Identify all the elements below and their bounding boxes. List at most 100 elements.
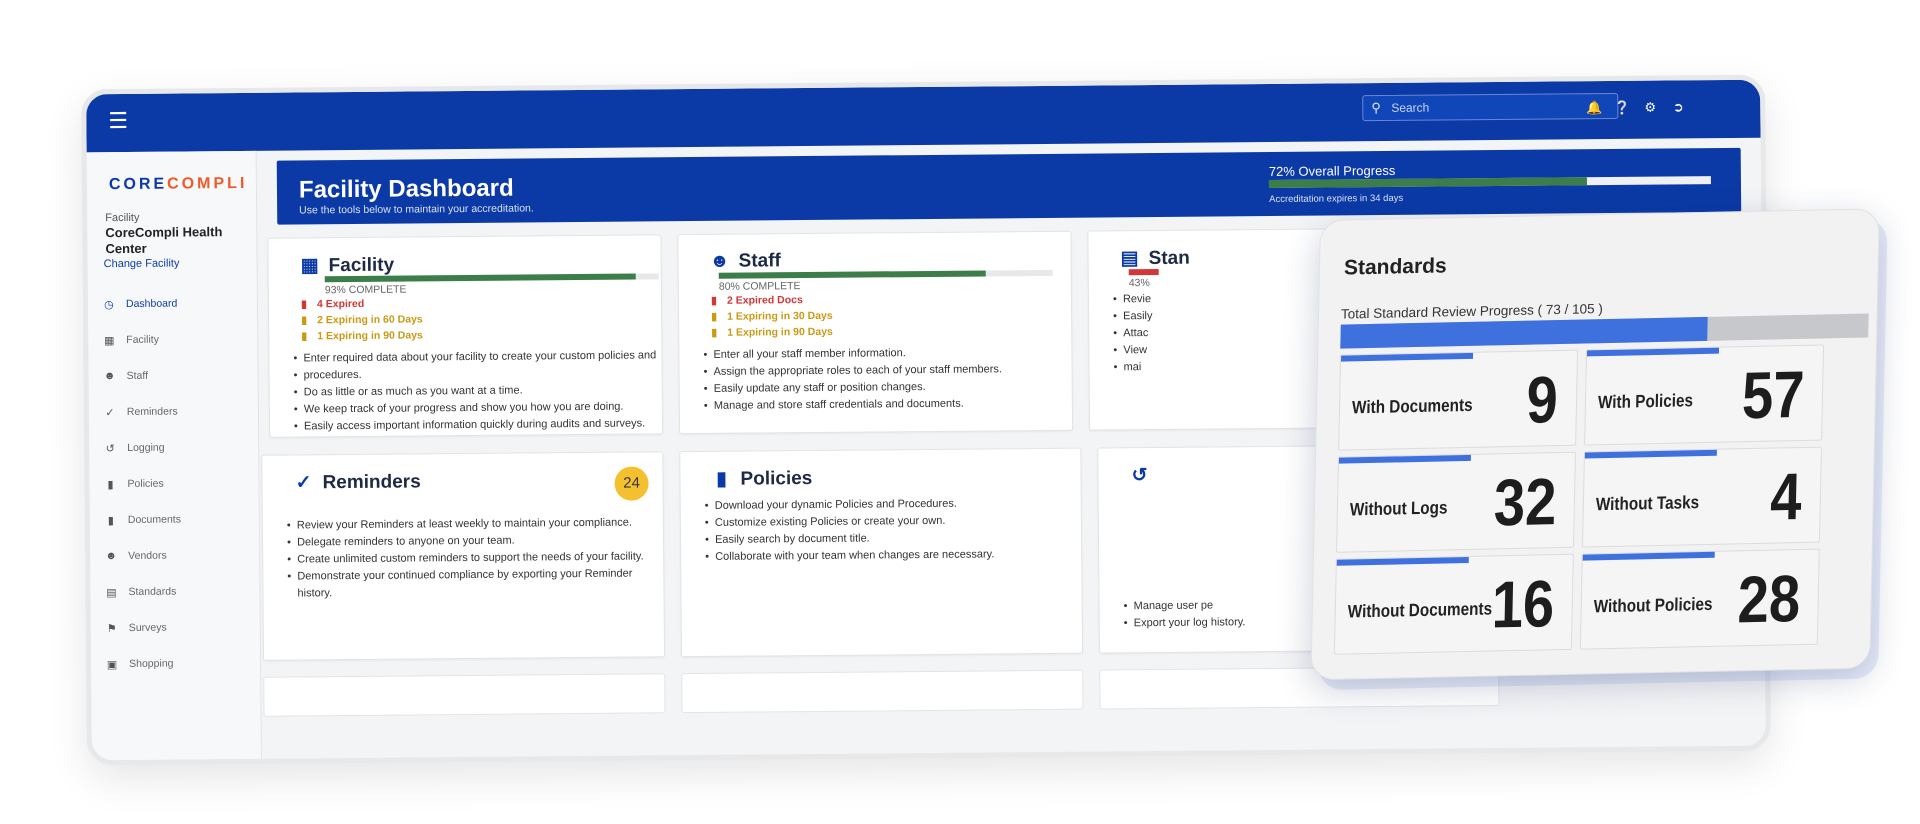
top-bar: ☰ ⚲ Search 🔔 ❔ ⚙ ➲ xyxy=(86,79,1761,153)
file-icon: ▮ xyxy=(301,330,308,343)
list-item: mai xyxy=(1113,359,1152,376)
facility-percent: 93% COMPLETE xyxy=(324,283,407,297)
stat-tile-without-policies[interactable]: Without Policies 28 xyxy=(1579,548,1820,650)
person-icon: ☻ xyxy=(709,250,730,272)
sidebar-item-facility[interactable]: ▦ Facility xyxy=(88,321,258,358)
list-item: Demonstrate your continued compliance by… xyxy=(287,565,663,602)
document-icon: ▮ xyxy=(107,478,114,491)
tile-value: 32 xyxy=(1492,464,1557,540)
sidebar-item-staff[interactable]: ☻ Staff xyxy=(88,357,258,394)
help-icon[interactable]: ❔ xyxy=(1614,100,1630,116)
sidebar-item-vendors[interactable]: ☻ Vendors xyxy=(90,537,260,574)
facility-progress-fill xyxy=(324,273,636,283)
check-icon: ✓ xyxy=(105,406,115,419)
list-item: Manage and store staff credentials and d… xyxy=(704,395,1003,415)
card-stub xyxy=(263,673,666,717)
file-icon: ▮ xyxy=(107,514,114,527)
sidebar-item-reminders[interactable]: ✓ Reminders xyxy=(89,393,259,430)
expired-file-icon: ▮ xyxy=(301,298,307,311)
facility-card-title: Facility xyxy=(328,254,395,276)
facility-stat-expiring-90[interactable]: ▮ 1 Expiring in 90 Days xyxy=(297,329,423,342)
expired-file-icon: ▮ xyxy=(711,294,717,307)
list-item: Collaborate with your team when changes … xyxy=(705,546,994,566)
standard-review-progress-label: Total Standard Review Progress ( 73 / 10… xyxy=(1340,301,1604,322)
facility-card[interactable]: ▦ Facility 93% COMPLETE ▮ 4 Expired ▮ 2 Exp… xyxy=(267,234,664,438)
tile-label: With Policies xyxy=(1597,390,1694,413)
sidebar-nav: ◷ Dashboard ▦ Facility ☻ Staff ✓ Reminders ↺… xyxy=(88,285,261,682)
search-input[interactable]: ⚲ Search xyxy=(1362,92,1619,122)
tile-accent-bar xyxy=(1582,551,1715,561)
overall-progress-fill xyxy=(1268,177,1588,188)
building-icon: ▦ xyxy=(104,334,115,347)
file-icon: ▮ xyxy=(301,314,308,327)
facility-stat-expiring-60[interactable]: ▮ 2 Expiring in 60 Days xyxy=(297,313,423,326)
policies-bullet-list: Download your dynamic Policies and Proce… xyxy=(705,495,995,566)
file-icon: ▮ xyxy=(711,326,718,339)
logo: CORECOMPLI xyxy=(108,174,248,194)
logging-bullet-list: Manage user pe Export your log history. xyxy=(1124,597,1246,632)
list-item: Easily xyxy=(1113,308,1152,325)
gear-icon[interactable]: ⚙ xyxy=(1642,100,1658,116)
tile-label: Without Documents xyxy=(1347,598,1493,622)
staff-card[interactable]: ☻ Staff 80% COMPLETE ▮ 2 Expired Docs ▮ 1 E… xyxy=(677,230,1074,435)
tile-value: 9 xyxy=(1526,362,1559,437)
stage: ☰ ⚲ Search 🔔 ❔ ⚙ ➲ CORECOMPLI Facility C… xyxy=(0,0,1920,824)
list-item: Attac xyxy=(1113,325,1152,342)
stat-tile-without-documents[interactable]: Without Documents 16 xyxy=(1333,553,1574,655)
sidebar-item-standards[interactable]: ▤ Standards xyxy=(90,573,260,610)
sidebar-item-logging[interactable]: ↺ Logging xyxy=(89,429,259,466)
tile-accent-bar xyxy=(1338,454,1471,464)
sidebar-item-documents[interactable]: ▮ Documents xyxy=(90,501,260,538)
tile-label: Without Policies xyxy=(1593,593,1713,617)
accreditation-expiry: Accreditation expires in 34 days xyxy=(1269,192,1404,205)
facility-label: Facility xyxy=(105,211,140,225)
bell-icon[interactable]: 🔔 xyxy=(1586,100,1602,116)
dashboard-icon: ◷ xyxy=(104,298,114,311)
tile-value: 16 xyxy=(1490,566,1555,642)
list-item: Easily access important information quic… xyxy=(294,415,657,435)
overall-progress-label: 72% Overall Progress xyxy=(1268,162,1396,179)
stat-tile-with-documents[interactable]: With Documents 9 xyxy=(1338,349,1579,451)
staff-stat-expiring-30[interactable]: ▮ 1 Expiring in 30 Days xyxy=(707,310,833,323)
reminders-card[interactable]: ✓ Reminders 24 Review your Reminders at l… xyxy=(261,451,666,661)
page-title: Facility Dashboard xyxy=(298,174,514,204)
tile-accent-bar xyxy=(1341,352,1474,362)
tile-label: With Documents xyxy=(1351,394,1473,418)
list-item: View xyxy=(1113,342,1152,359)
sidebar-item-shopping[interactable]: ▣ Shopping xyxy=(91,645,261,682)
policies-card-title: Policies xyxy=(740,467,813,490)
sidebar-item-policies[interactable]: ▮ Policies xyxy=(89,465,259,502)
staff-stat-expired[interactable]: ▮ 2 Expired Docs xyxy=(707,294,803,307)
reminders-card-title: Reminders xyxy=(322,470,421,493)
person-icon: ☻ xyxy=(103,370,116,383)
staff-percent: 80% COMPLETE xyxy=(718,280,801,293)
sidebar-item-dashboard[interactable]: ◷ Dashboard xyxy=(88,285,258,322)
facility-stat-expired[interactable]: ▮ 4 Expired xyxy=(297,298,364,311)
stat-tile-without-logs[interactable]: Without Logs 32 xyxy=(1336,451,1576,553)
staff-progress-fill xyxy=(718,270,986,279)
change-facility-link[interactable]: Change Facility xyxy=(104,258,180,271)
staff-stat-expiring-90[interactable]: ▮ 1 Expiring in 90 Days xyxy=(707,326,833,339)
sidebar-item-surveys[interactable]: ⚑ Surveys xyxy=(91,609,261,646)
standards-overlay-title: Standards xyxy=(1343,254,1447,280)
list-item: Manage user pe xyxy=(1124,597,1246,615)
facility-name: CoreCompli Health Center xyxy=(105,224,223,257)
standards-percent: 43% xyxy=(1128,277,1150,290)
standard-review-progress-fill xyxy=(1340,316,1708,349)
document-icon: ▮ xyxy=(716,468,727,490)
stat-tile-with-policies[interactable]: With Policies 57 xyxy=(1584,344,1825,446)
menu-icon[interactable]: ☰ xyxy=(108,108,128,133)
logout-icon[interactable]: ➲ xyxy=(1670,99,1686,115)
policies-card[interactable]: ▮ Policies Download your dynamic Policies… xyxy=(679,447,1084,658)
building-icon: ▦ xyxy=(300,255,319,277)
standards-card-title: Stan xyxy=(1148,247,1190,269)
standards-overlay-panel: Standards Total Standard Review Progress… xyxy=(1310,208,1880,681)
check-icon: ✓ xyxy=(295,472,312,494)
tile-value: 4 xyxy=(1769,458,1803,534)
facility-bullet-list: Enter required data about your facility … xyxy=(293,347,657,435)
card-stub xyxy=(681,669,1084,714)
flag-icon: ⚑ xyxy=(106,622,117,635)
search-placeholder: Search xyxy=(1391,100,1430,115)
stat-tile-without-tasks[interactable]: Without Tasks 4 xyxy=(1581,446,1822,548)
reminders-count-badge: 24 xyxy=(614,466,649,501)
